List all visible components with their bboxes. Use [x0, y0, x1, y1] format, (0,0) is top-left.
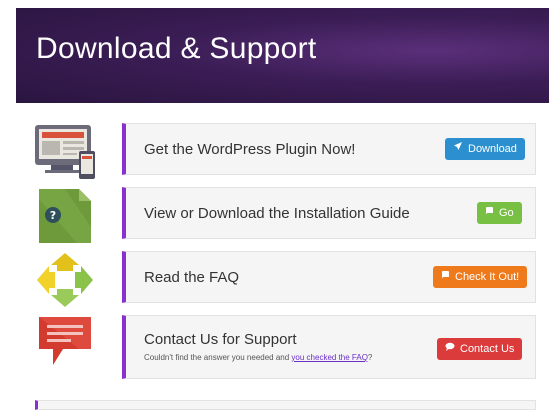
- contact-us-button[interactable]: Contact Us: [437, 338, 523, 360]
- row-support: Contact Us for Support Couldn't find the…: [0, 315, 549, 379]
- go-button[interactable]: Go: [477, 202, 522, 224]
- download-card-title: Get the WordPress Plugin Now!: [144, 141, 356, 158]
- contact-us-button-label: Contact Us: [460, 343, 515, 355]
- partial-card: [35, 400, 536, 410]
- install-guide-card: View or Download the Installation Guide …: [122, 187, 536, 239]
- svg-text:?: ?: [50, 209, 56, 222]
- faq-card: Read the FAQ Check It Out!: [122, 251, 536, 303]
- page-header: Download & Support: [16, 8, 549, 103]
- document-help-icon: ?: [33, 187, 97, 245]
- faq-link[interactable]: you checked the FAQ: [291, 353, 368, 362]
- row-download: Get the WordPress Plugin Now! Download: [0, 123, 549, 183]
- support-subtitle-suffix: ?: [367, 353, 373, 362]
- speech-bubble-icon: [33, 315, 97, 373]
- recycle-arrows-icon: [33, 251, 97, 309]
- book-icon: [441, 266, 450, 288]
- support-card-subtitle: Couldn't find the answer you needed and …: [144, 353, 372, 362]
- devices-icon: [33, 123, 97, 181]
- download-button-label: Download: [468, 143, 517, 155]
- row-faq: Read the FAQ Check It Out!: [0, 251, 549, 311]
- go-button-label: Go: [499, 207, 514, 219]
- check-it-out-button[interactable]: Check It Out!: [433, 266, 528, 288]
- download-button[interactable]: Download: [445, 138, 525, 160]
- support-subtitle-text: Couldn't find the answer you needed and: [144, 353, 292, 362]
- row-install-guide: ? View or Download the Installation Guid…: [0, 187, 549, 247]
- faq-card-title: Read the FAQ: [144, 269, 240, 286]
- install-guide-card-title: View or Download the Installation Guide: [144, 205, 410, 222]
- chat-icon: [445, 338, 455, 360]
- page-title: Download & Support: [36, 32, 317, 65]
- check-it-out-button-label: Check It Out!: [455, 271, 520, 283]
- download-card: Get the WordPress Plugin Now! Download: [122, 123, 536, 175]
- support-card-title: Contact Us for Support: [144, 331, 297, 348]
- rocket-icon: [453, 138, 463, 160]
- support-card: Contact Us for Support Couldn't find the…: [122, 315, 536, 379]
- book-icon: [485, 202, 494, 224]
